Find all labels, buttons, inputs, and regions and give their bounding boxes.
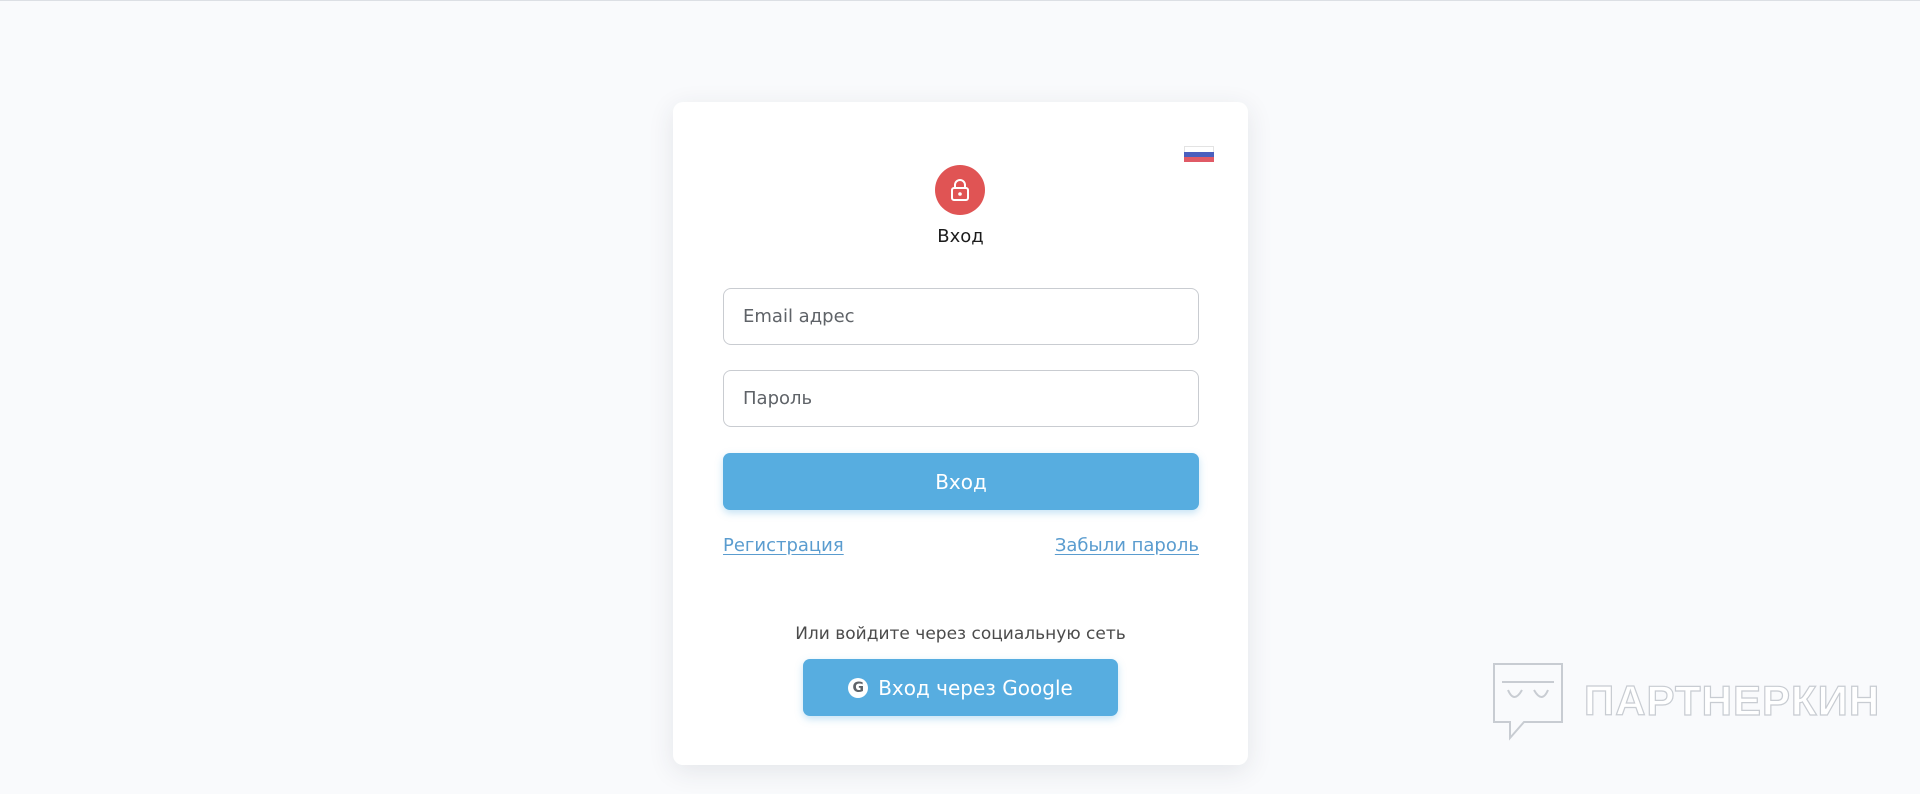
google-login-button[interactable]: G Вход через Google bbox=[803, 659, 1118, 716]
page-title: Вход bbox=[937, 226, 984, 247]
forgot-password-link[interactable]: Забыли пароль bbox=[1055, 535, 1199, 556]
email-input[interactable] bbox=[723, 288, 1199, 345]
watermark-text: ПАРТНЕРКИН bbox=[1583, 676, 1881, 724]
social-login-text: Или войдите через социальную сеть bbox=[795, 624, 1126, 644]
google-icon: G bbox=[848, 677, 869, 698]
register-link[interactable]: Регистрация bbox=[723, 535, 844, 556]
russia-flag-icon[interactable] bbox=[1184, 146, 1214, 162]
lock-icon bbox=[935, 165, 985, 215]
google-login-label: Вход через Google bbox=[878, 675, 1073, 700]
login-card: Вход Вход Регистрация Забыли пароль Или … bbox=[673, 102, 1248, 765]
login-button[interactable]: Вход bbox=[723, 453, 1199, 510]
password-input[interactable] bbox=[723, 370, 1199, 427]
partnerkin-watermark: ПАРТНЕРКИН bbox=[1490, 660, 1880, 742]
partnerkin-logo-icon bbox=[1493, 663, 1563, 741]
top-divider bbox=[0, 0, 1920, 1]
